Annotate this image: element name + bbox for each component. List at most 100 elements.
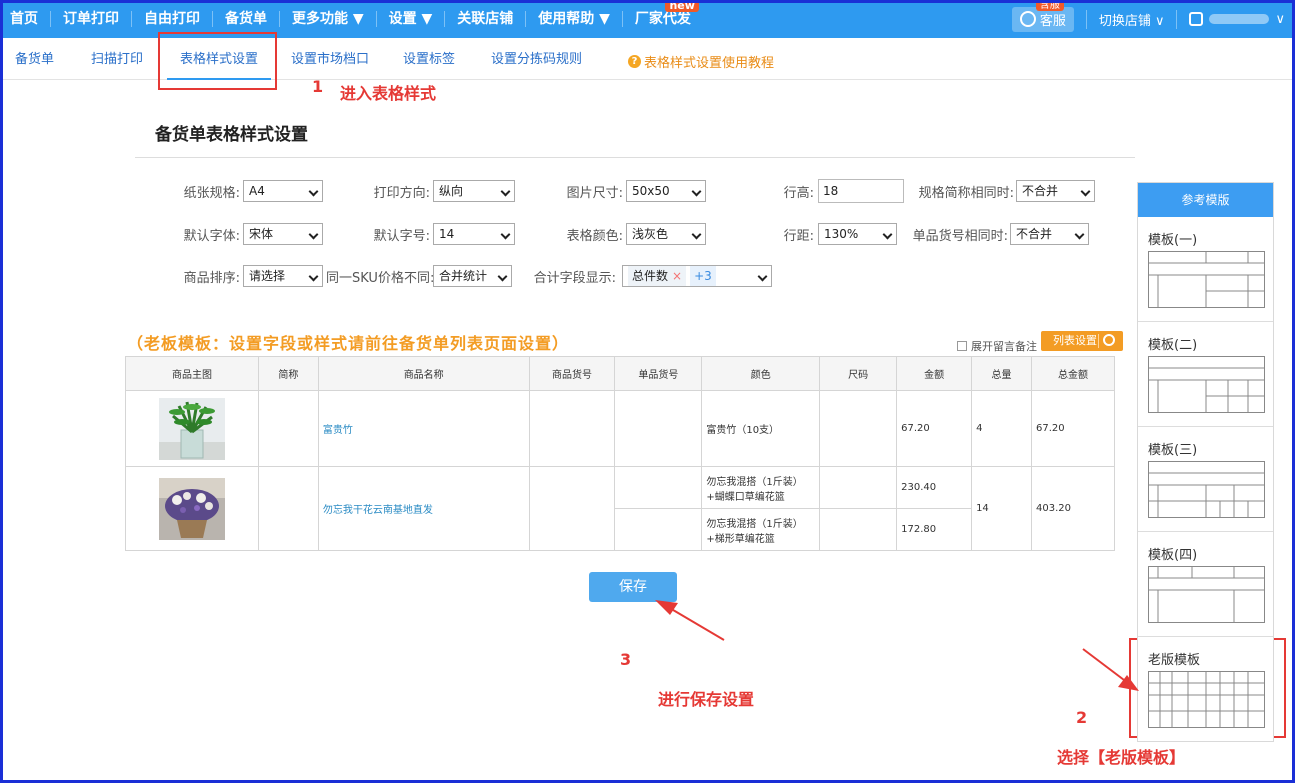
- template-1-thumbnail: [1148, 251, 1265, 308]
- table-color-label: 表格颜色:: [566, 229, 623, 244]
- template-2-label: 模板(二): [1148, 338, 1198, 353]
- merge-sku-select[interactable]: 不合并: [1010, 223, 1089, 245]
- nav-settings[interactable]: 设置 ▼: [377, 11, 446, 27]
- product-code-cell: [528, 390, 616, 467]
- col-product-code: 商品货号: [528, 356, 616, 391]
- chevron-down-icon: [308, 229, 319, 240]
- new-badge: new: [665, 0, 699, 12]
- line-spacing-select[interactable]: 130%: [818, 223, 897, 245]
- tab-scan-print[interactable]: 扫描打印: [91, 38, 143, 80]
- template-4[interactable]: 模板(四): [1138, 532, 1273, 637]
- nav-free-print[interactable]: 自由打印: [132, 11, 213, 27]
- template-old-thumbnail: [1148, 671, 1265, 728]
- customer-service-button[interactable]: 客服 含服: [1011, 0, 1074, 32]
- customer-service-label: 客服: [1039, 13, 1066, 29]
- nav-stock-list[interactable]: 备货单: [213, 11, 280, 27]
- product-image-cell: [125, 466, 259, 551]
- template-old[interactable]: 老版模板: [1138, 637, 1273, 742]
- chevron-down-icon: [1074, 229, 1085, 240]
- sum-field-label: 合计字段显示:: [533, 271, 616, 286]
- close-icon[interactable]: ×: [672, 269, 682, 283]
- template-4-thumbnail: [1148, 566, 1265, 623]
- print-direction-label: 打印方向:: [373, 186, 430, 201]
- row-height-input[interactable]: 18: [818, 179, 904, 203]
- expand-remark-checkbox[interactable]: 展开留言备注: [957, 338, 1037, 354]
- amount-cell: 172.80: [896, 508, 973, 551]
- product-image-cell: [125, 390, 259, 467]
- account-menu[interactable]: ∨: [1177, 12, 1285, 27]
- size-cell: [819, 466, 898, 509]
- col-main-image: 商品主图: [125, 356, 259, 391]
- template-2[interactable]: 模板(二): [1138, 322, 1273, 427]
- template-4-label: 模板(四): [1148, 548, 1198, 563]
- size-cell: [819, 390, 898, 467]
- chevron-down-icon: [500, 229, 511, 240]
- color-cell: 勿忘我混搭（1斤装）+蝴蝶口草编花篮: [701, 466, 821, 509]
- sum-field-multiselect[interactable]: 总件数 × +3: [622, 265, 772, 287]
- template-1[interactable]: 模板(一): [1138, 217, 1273, 322]
- sku-code-cell: [614, 390, 703, 467]
- save-button[interactable]: 保存: [589, 572, 677, 602]
- product-code-cell: [528, 466, 616, 551]
- service-badge: 含服: [1035, 0, 1064, 11]
- product-name-cell[interactable]: 富贵竹: [317, 390, 530, 467]
- nav-more-features[interactable]: 更多功能 ▼: [280, 11, 377, 27]
- template-3[interactable]: 模板(三): [1138, 427, 1273, 532]
- col-color: 颜色: [701, 356, 821, 391]
- nav-linked-shops[interactable]: 关联店铺: [445, 11, 527, 27]
- print-direction-select[interactable]: 纵向: [433, 180, 515, 202]
- default-font-select[interactable]: 宋体: [243, 223, 323, 245]
- list-settings-button[interactable]: 列表设置: [1041, 331, 1123, 351]
- nav-order-print[interactable]: 订单打印: [51, 11, 132, 27]
- table-row: 勿忘我干花云南基地直发 勿忘我混搭（1斤装）+蝴蝶口草编花篮 230.40 14…: [125, 466, 1115, 551]
- dried-flower-product-image: [158, 477, 225, 540]
- col-sku-code: 单品货号: [614, 356, 703, 391]
- merge-sku-label: 单品货号相同时:: [912, 229, 1008, 244]
- color-cell: 勿忘我混搭（1斤装）+梯形草编花篮: [701, 508, 821, 551]
- line-spacing-label: 行距:: [783, 229, 814, 244]
- nav-factory-dropship[interactable]: 厂家代发 new: [623, 0, 703, 27]
- col-product-name: 商品名称: [317, 356, 530, 391]
- account-name-blurred: [1209, 14, 1270, 24]
- reference-template-panel: 参考模版 模板(一) 模板(二) 模板(三) 模板(四) 老版模板: [1137, 182, 1274, 742]
- chevron-down-icon: [691, 186, 702, 197]
- template-3-thumbnail: [1148, 461, 1265, 518]
- list-settings-label: 列表设置: [1053, 334, 1097, 347]
- tab-sort-code-rules[interactable]: 设置分拣码规则: [491, 38, 582, 80]
- tab-stock-list[interactable]: 备货单: [15, 38, 54, 80]
- sku-price-label: 同一SKU价格不同:: [326, 271, 435, 286]
- font-size-select[interactable]: 14: [433, 223, 515, 245]
- size-cell: [819, 508, 898, 551]
- chevron-down-icon: [1080, 186, 1091, 197]
- chevron-down-icon: [500, 186, 511, 197]
- more-tags-count: +3: [690, 266, 716, 286]
- bamboo-product-image: [158, 397, 225, 460]
- title-divider: [135, 157, 1135, 158]
- font-size-label: 默认字号:: [373, 229, 430, 244]
- switch-shop-button[interactable]: 切换店铺 ∨: [1085, 9, 1178, 29]
- col-amount: 金额: [896, 356, 973, 391]
- product-sort-select[interactable]: 请选择: [243, 265, 323, 287]
- merge-spec-select[interactable]: 不合并: [1016, 180, 1095, 202]
- color-cell: 富贵竹（10支）: [701, 390, 821, 467]
- product-name-cell[interactable]: 勿忘我干花云南基地直发: [317, 466, 530, 551]
- button-divider: [1098, 334, 1099, 348]
- table-color-select[interactable]: 浅灰色: [626, 223, 706, 245]
- paper-size-select[interactable]: A4: [243, 180, 323, 202]
- product-sort-label: 商品排序:: [183, 271, 240, 286]
- help-tutorial-link[interactable]: ? 表格样式设置使用教程: [628, 52, 774, 71]
- amount-cell: 67.20: [896, 390, 973, 467]
- table-header-row: 商品主图 简称 商品名称 商品货号 单品货号 颜色 尺码 金额 总量 总金额: [125, 356, 1115, 391]
- tab-market-stall[interactable]: 设置市场档口: [291, 38, 369, 80]
- image-size-select[interactable]: 50x50: [626, 180, 706, 202]
- tab-tag-settings[interactable]: 设置标签: [403, 38, 455, 80]
- chevron-down-icon: [308, 186, 319, 197]
- col-size: 尺码: [819, 356, 898, 391]
- annotation-text-2: 选择【老版模板】: [1057, 748, 1186, 767]
- nav-help[interactable]: 使用帮助 ▼: [526, 11, 623, 27]
- sku-price-select[interactable]: 合并统计: [433, 265, 512, 287]
- sum-tag[interactable]: 总件数 ×: [628, 266, 687, 286]
- sku-code-cell: [614, 508, 703, 551]
- old-template-notice: （老板模板：设置字段或样式请前往备货单列表页面设置）: [127, 334, 570, 353]
- nav-home[interactable]: 首页: [10, 11, 51, 27]
